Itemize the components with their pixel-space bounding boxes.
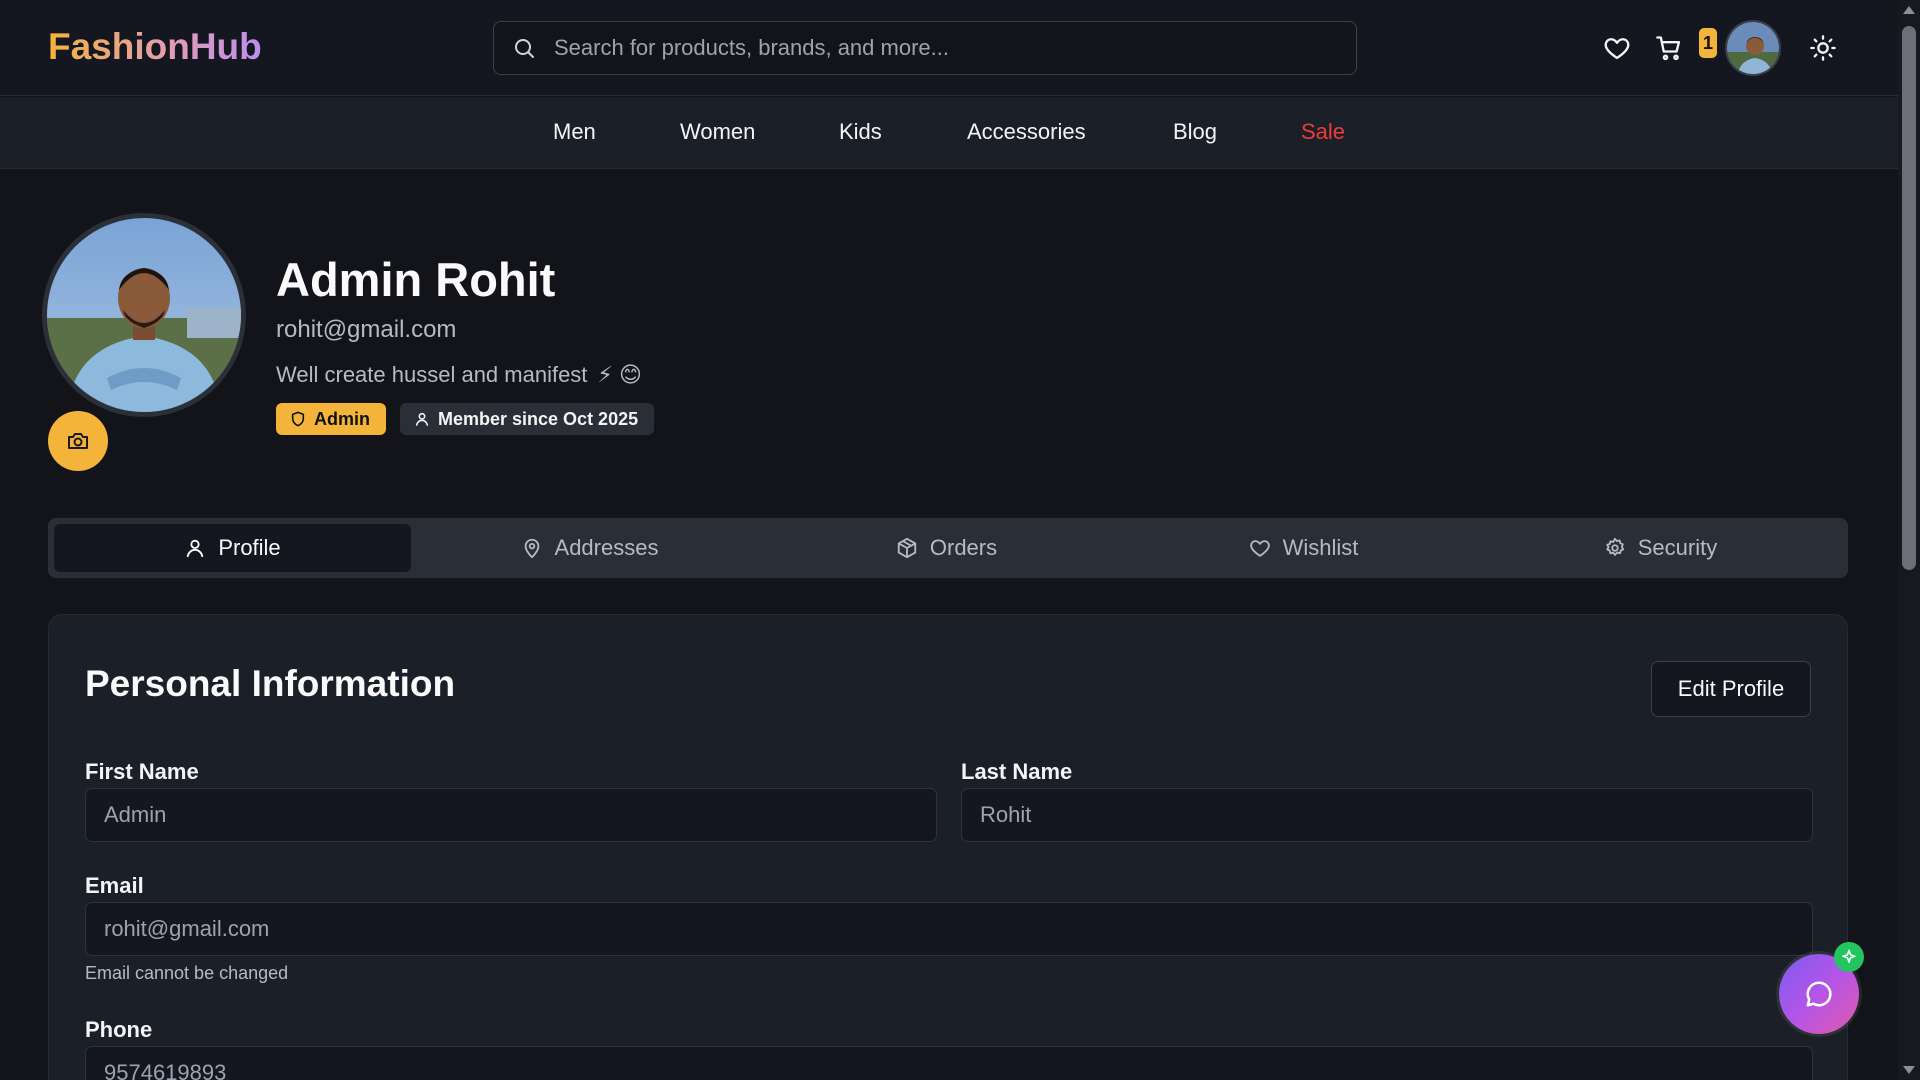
tab-profile-label: Profile	[218, 535, 281, 560]
profile-bio: Well create hussel and manifest ⚡ 😊	[276, 362, 642, 388]
gear-icon	[1606, 537, 1624, 556]
nav-men[interactable]: Men	[553, 119, 596, 145]
chat-bubble-icon	[1806, 981, 1832, 1007]
email-hint: Email cannot be changed	[85, 963, 289, 983]
scrollbar-thumb[interactable]	[1902, 26, 1916, 570]
profile-photo	[47, 218, 241, 412]
header-avatar[interactable]	[1725, 20, 1781, 76]
nav-blog[interactable]: Blog	[1173, 119, 1217, 145]
personal-info-title: Personal Information	[85, 663, 456, 704]
heart-icon	[1249, 540, 1270, 557]
profile-name: Admin Rohit	[276, 253, 556, 306]
admin-badge: Admin	[276, 403, 386, 435]
search-input[interactable]	[554, 35, 1356, 61]
phone-label: Phone	[85, 1017, 153, 1042]
tab-security[interactable]: Security	[1482, 524, 1839, 572]
member-since-label: Member since Oct 2025	[438, 408, 639, 429]
nav-sale[interactable]: Sale	[1301, 119, 1345, 145]
user-icon	[187, 539, 204, 558]
first-name-label: First Name	[85, 759, 199, 784]
nav-kids[interactable]: Kids	[839, 119, 882, 145]
change-photo-button[interactable]	[48, 411, 108, 471]
first-name-field[interactable]	[85, 788, 937, 842]
logo[interactable]: FashionHub	[48, 26, 262, 68]
sparkle-icon	[1842, 949, 1856, 963]
search-bar[interactable]	[493, 21, 1357, 75]
tab-orders-label: Orders	[929, 535, 998, 560]
tab-orders[interactable]: Orders	[768, 524, 1125, 572]
map-pin-icon	[524, 538, 539, 559]
tab-addresses[interactable]: Addresses	[411, 524, 768, 572]
sparkle-badge	[1834, 942, 1864, 972]
search-icon	[515, 39, 534, 58]
shield-icon	[291, 411, 305, 427]
cart-count-badge: 1	[1699, 28, 1717, 58]
tab-wishlist[interactable]: Wishlist	[1125, 524, 1482, 572]
page: FashionHub 1 Men Women Kids Accessories …	[0, 0, 1898, 1080]
category-nav: Men Women Kids Accessories Blog Sale	[0, 97, 1898, 169]
sun-icon[interactable]	[1809, 34, 1837, 62]
profile-email: rohit@gmail.com	[276, 316, 457, 343]
email-field[interactable]	[85, 902, 1813, 956]
avatar-photo	[1727, 22, 1779, 74]
edit-profile-button[interactable]: Edit Profile	[1651, 661, 1811, 717]
tab-addresses-label: Addresses	[554, 535, 659, 560]
tab-profile[interactable]: Profile	[54, 524, 411, 572]
heart-icon[interactable]	[1603, 34, 1631, 62]
profile-bio-emojis: ⚡ 😊	[597, 362, 642, 387]
profile-bio-text: Well create hussel and manifest	[276, 362, 588, 387]
scroll-up-arrow[interactable]	[1903, 6, 1915, 14]
tab-wishlist-label: Wishlist	[1282, 535, 1359, 560]
top-header: FashionHub 1	[0, 0, 1898, 96]
camera-icon	[68, 433, 88, 449]
cart-icon[interactable]	[1655, 34, 1683, 62]
member-since-badge: Member since Oct 2025	[400, 403, 655, 435]
admin-badge-label: Admin	[314, 408, 370, 429]
nav-accessories[interactable]: Accessories	[967, 119, 1086, 145]
tab-security-label: Security	[1637, 535, 1718, 560]
nav-women[interactable]: Women	[680, 119, 755, 145]
user-icon	[415, 412, 429, 426]
last-name-field[interactable]	[961, 788, 1813, 842]
phone-field[interactable]	[85, 1046, 1813, 1080]
last-name-label: Last Name	[961, 759, 1073, 784]
profile-tabs: Profile Addresses Orders Wishlist Securi…	[48, 518, 1848, 578]
scroll-down-arrow[interactable]	[1903, 1066, 1915, 1074]
profile-avatar	[42, 213, 246, 417]
package-icon	[897, 537, 917, 559]
personal-info-card: Personal Information Edit Profile First …	[48, 614, 1848, 1080]
email-label: Email	[85, 873, 144, 898]
